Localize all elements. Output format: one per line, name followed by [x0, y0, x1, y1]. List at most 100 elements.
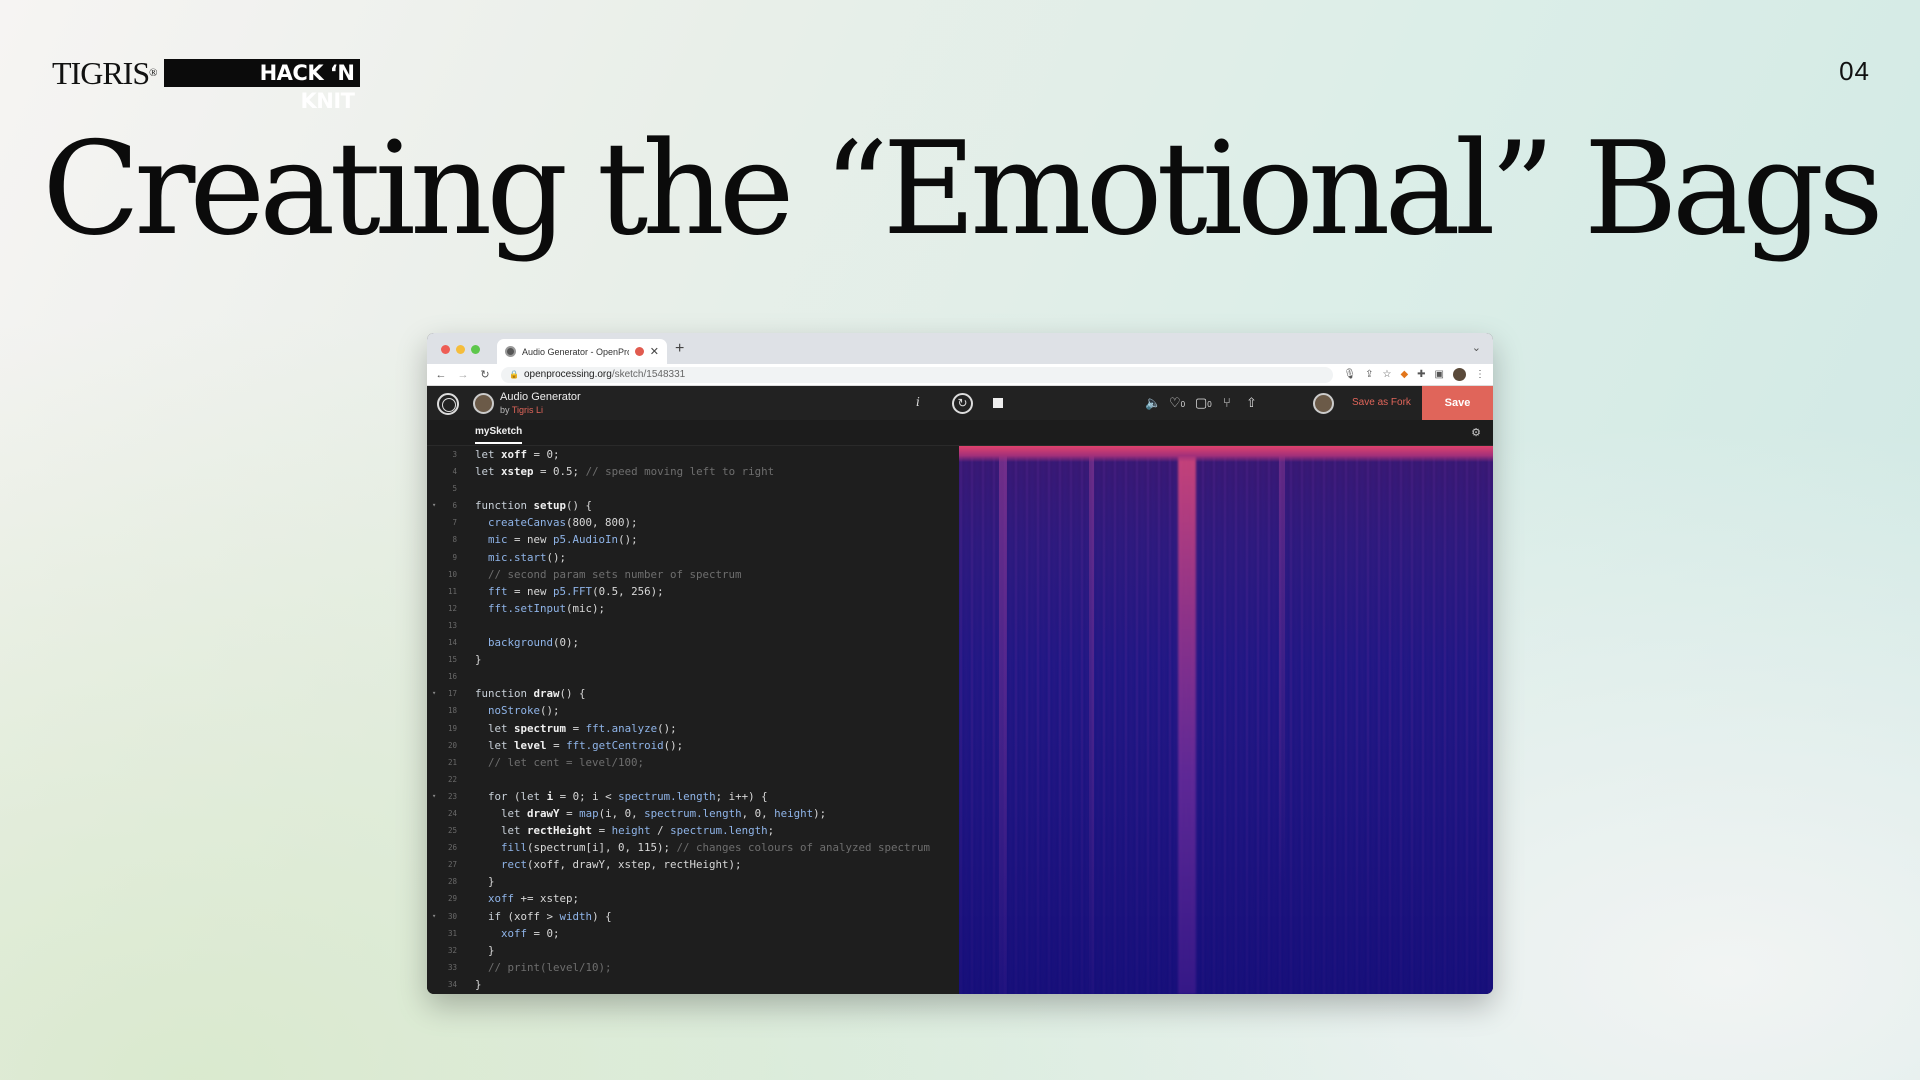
minimize-window-button[interactable]: [456, 345, 465, 354]
code-editor[interactable]: 3 let xoff = 0; 4 let xstep = 0.5; // speed…: [427, 446, 958, 994]
fold-arrow-icon[interactable]: ▾: [432, 685, 436, 702]
code-line[interactable]: 17 ▾ function draw() {: [427, 685, 958, 702]
code-text: }: [475, 875, 495, 889]
code-line[interactable]: 31 xoff = 0;: [427, 925, 958, 942]
maximize-window-button[interactable]: [471, 345, 480, 354]
browser-tab[interactable]: Audio Generator - OpenProcessing ✕: [497, 339, 667, 364]
line-number: 27: [447, 860, 457, 870]
editor-settings-icon[interactable]: ⚙: [1471, 426, 1481, 439]
fold-arrow-icon[interactable]: ▾: [432, 788, 436, 805]
line-number: 28: [447, 877, 457, 887]
code-line[interactable]: 10 // second param sets number of spectr…: [427, 566, 958, 583]
code-line[interactable]: 4 let xstep = 0.5; // speed moving left t…: [427, 463, 958, 480]
sidebar-icon[interactable]: ▣: [1435, 369, 1444, 380]
code-line[interactable]: 12 fft.setInput(mic);: [427, 600, 958, 617]
line-number: 7: [452, 518, 457, 528]
tab-title: Audio Generator - OpenProcessing: [522, 346, 629, 357]
code-line[interactable]: 24 let drawY = map(i, 0, spectrum.length…: [427, 805, 958, 822]
chevron-down-icon[interactable]: ⌄: [1472, 341, 1481, 354]
close-tab-icon[interactable]: ✕: [650, 345, 659, 358]
line-number: 26: [447, 843, 457, 853]
code-text: for (let i = 0; i < spectrum.length; i++…: [488, 789, 768, 803]
puzzle-icon[interactable]: ✚: [1417, 369, 1425, 380]
speaker-icon[interactable]: 🔈: [1145, 395, 1161, 411]
info-icon[interactable]: i: [916, 395, 920, 409]
code-text: let spectrum = fft.analyze();: [488, 721, 677, 735]
forward-icon[interactable]: →: [457, 369, 469, 381]
more-menu-icon[interactable]: ⋮: [1475, 369, 1485, 380]
code-line[interactable]: 13: [427, 617, 958, 634]
code-line[interactable]: 25 let rectHeight = height / spectrum.le…: [427, 822, 958, 839]
code-line[interactable]: 28 }: [427, 873, 958, 890]
code-text: xoff = 0;: [501, 926, 560, 940]
spectrogram-top-edge: [959, 446, 1493, 462]
code-text: mic.start();: [488, 550, 567, 564]
author-name[interactable]: Tigris Li: [512, 405, 543, 415]
line-number: 30 ▾: [427, 908, 457, 925]
sketch-name[interactable]: Audio Generator: [500, 391, 581, 403]
fold-arrow-icon[interactable]: ▾: [432, 497, 436, 514]
profile-avatar[interactable]: [1453, 368, 1466, 381]
code-line[interactable]: 6 ▾ function setup() {: [427, 497, 958, 514]
code-text: fft.setInput(mic);: [488, 601, 606, 615]
code-text: let xstep = 0.5; // speed moving left to…: [475, 465, 775, 479]
code-line[interactable]: 11 fft = new p5.FFT(0.5, 256);: [427, 583, 958, 600]
metamask-icon[interactable]: ◆: [1400, 369, 1408, 380]
code-line[interactable]: 20 let level = fft.getCentroid();: [427, 737, 958, 754]
like-button[interactable]: ♡0: [1169, 395, 1185, 411]
sketch-author[interactable]: by Tigris Li: [500, 405, 543, 415]
stop-icon[interactable]: [993, 398, 1003, 408]
code-line[interactable]: 18 noStroke();: [427, 702, 958, 719]
microphone-icon[interactable]: 🎙: [1343, 369, 1356, 380]
code-line[interactable]: 19 let spectrum = fft.analyze();: [427, 720, 958, 737]
comment-button[interactable]: ▢0: [1195, 395, 1212, 411]
code-line[interactable]: 14 background(0);: [427, 634, 958, 651]
code-text: background(0);: [488, 636, 580, 650]
code-line[interactable]: 23 ▾ for (let i = 0; i < spectrum.length;…: [427, 788, 958, 805]
author-avatar[interactable]: [473, 393, 494, 414]
new-tab-button[interactable]: +: [675, 340, 684, 358]
openprocessing-logo-icon[interactable]: [437, 393, 459, 415]
user-avatar[interactable]: [1313, 393, 1334, 414]
fold-arrow-icon[interactable]: ▾: [432, 908, 436, 925]
code-text: let rectHeight = height / spectrum.lengt…: [501, 824, 775, 838]
share-sketch-icon[interactable]: ⇧: [1246, 395, 1257, 411]
slide-title: Creating the “Emotional” Bags: [42, 115, 1884, 264]
code-line[interactable]: 16: [427, 668, 958, 685]
code-line[interactable]: 29 xoff += xstep;: [427, 890, 958, 907]
file-tabs: mySketch ⚙: [427, 420, 1493, 446]
file-tab-mysketch[interactable]: mySketch: [475, 426, 523, 444]
code-line[interactable]: 3 let xoff = 0;: [427, 446, 958, 463]
code-line[interactable]: 30 ▾ if (xoff > width) {: [427, 908, 958, 925]
restart-icon[interactable]: ↻: [952, 393, 973, 414]
close-window-button[interactable]: [441, 345, 450, 354]
back-icon[interactable]: ←: [435, 369, 447, 381]
code-line[interactable]: 9 mic.start();: [427, 549, 958, 566]
spectrogram-band: [1279, 446, 1285, 885]
line-number: 23 ▾: [427, 788, 457, 805]
comments-count: 0: [1207, 400, 1212, 409]
code-text: fill(spectrum[i], 0, 115); // changes co…: [501, 841, 931, 855]
bookmark-star-icon[interactable]: ☆: [1382, 369, 1391, 380]
reload-icon[interactable]: ↻: [479, 368, 491, 381]
code-line[interactable]: 32 }: [427, 942, 958, 959]
code-line[interactable]: 7 createCanvas(800, 800);: [427, 514, 958, 531]
save-as-fork-button[interactable]: Save as Fork: [1352, 397, 1411, 408]
code-line[interactable]: 34}: [427, 976, 958, 993]
code-line[interactable]: 8 mic = new p5.AudioIn();: [427, 531, 958, 548]
line-number: 19: [447, 723, 457, 733]
code-line[interactable]: 33 // print(level/10);: [427, 959, 958, 976]
save-button[interactable]: Save: [1422, 386, 1493, 420]
code-line[interactable]: 27 rect(xoff, drawY, xstep, rectHeight);: [427, 856, 958, 873]
share-icon[interactable]: ⇪: [1365, 369, 1373, 380]
code-line[interactable]: 22: [427, 771, 958, 788]
code-line[interactable]: 21 // let cent = level/100;: [427, 754, 958, 771]
hack-n-knit-wordmark: HACK ‘N KNIT: [164, 59, 361, 113]
code-line[interactable]: 15}: [427, 651, 958, 668]
code-line[interactable]: 5: [427, 480, 958, 497]
code-line[interactable]: 26 fill(spectrum[i], 0, 115); // changes…: [427, 839, 958, 856]
fork-icon[interactable]: ⑂: [1223, 395, 1231, 410]
sketch-canvas[interactable]: [959, 446, 1493, 994]
url-field[interactable]: 🔒 openprocessing.org/sketch/1548331: [501, 366, 1334, 383]
